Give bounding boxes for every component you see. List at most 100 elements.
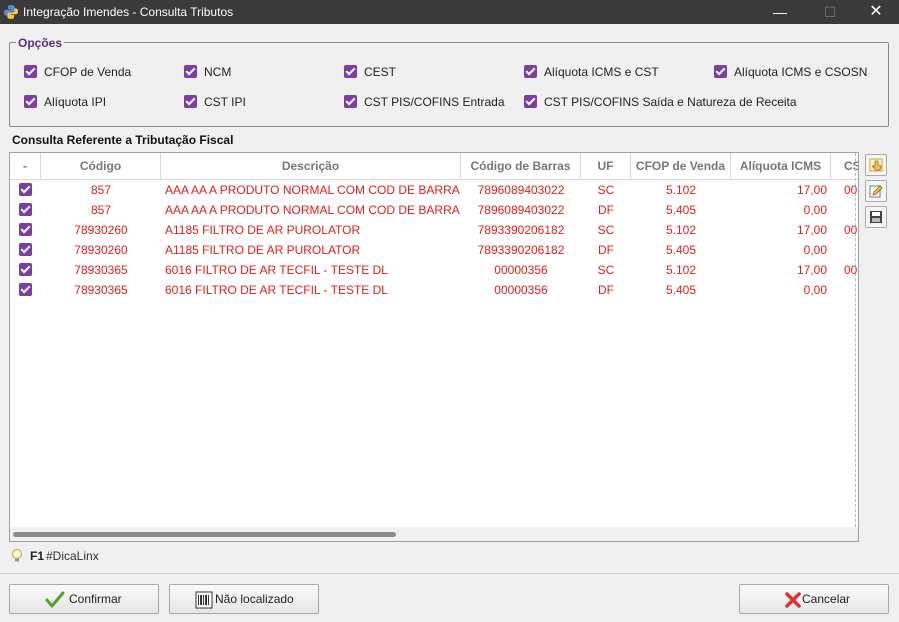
row-select-cell[interactable] bbox=[10, 240, 41, 260]
cell-aliquota: 0,00 bbox=[803, 243, 827, 257]
cell-uf: SC bbox=[597, 263, 615, 277]
cell-aliquota: 17,00 bbox=[796, 263, 827, 277]
cell-descricao: AAA AA A PRODUTO NORMAL COM COD DE BARRA… bbox=[165, 203, 461, 217]
checkbox-checked-icon[interactable] bbox=[19, 243, 32, 256]
not-found-button[interactable]: Não localizado bbox=[169, 584, 319, 614]
cell-barras: 7896089403022 bbox=[477, 183, 565, 197]
confirm-button[interactable]: Confirmar bbox=[9, 584, 159, 614]
cell-cfop: 5.405 bbox=[665, 203, 697, 217]
option-label: CST PIS/COFINS Entrada bbox=[364, 95, 505, 109]
not-found-label: Não localizado bbox=[215, 592, 294, 606]
cell-codigo: 78930365 bbox=[74, 263, 128, 277]
cancel-button[interactable]: Cancelar bbox=[739, 584, 889, 614]
checkbox-checked-icon[interactable] bbox=[344, 95, 357, 108]
checkbox-checked-icon[interactable] bbox=[714, 65, 727, 78]
cell-uf: DF bbox=[598, 283, 614, 297]
cell-cs bbox=[831, 200, 858, 220]
minimize-button[interactable]: — bbox=[757, 0, 803, 24]
checkbox-checked-icon[interactable] bbox=[184, 65, 197, 78]
row-select-cell[interactable] bbox=[10, 200, 41, 220]
options-group: Opções CFOP de Venda NCM CEST Alíquota I… bbox=[9, 36, 889, 127]
cell-codigo: 78930365 bbox=[74, 283, 128, 297]
row-select-cell[interactable] bbox=[10, 180, 41, 200]
checkbox-checked-icon[interactable] bbox=[524, 65, 537, 78]
cell-cs: 00 bbox=[844, 223, 858, 237]
cell-barras: 7896089403022 bbox=[477, 203, 565, 217]
cell-cfop: 5.405 bbox=[665, 283, 697, 297]
maximize-button[interactable]: ☐ bbox=[807, 0, 853, 24]
grid-edge-divider bbox=[855, 153, 856, 527]
confirm-label: Confirmar bbox=[69, 592, 122, 606]
tax-results-grid[interactable]: - Código Descrição Código de Barras UF C… bbox=[9, 152, 859, 542]
row-select-cell[interactable] bbox=[10, 220, 41, 240]
cell-cfop: 5.102 bbox=[665, 183, 697, 197]
checkbox-checked-icon[interactable] bbox=[344, 65, 357, 78]
table-row[interactable]: 857 AAA AA A PRODUTO NORMAL COM COD DE BA… bbox=[10, 200, 858, 220]
table-row[interactable]: 857 AAA AA A PRODUTO NORMAL COM COD DE BA… bbox=[10, 180, 858, 200]
save-tool-button[interactable] bbox=[865, 206, 887, 228]
column-header-codigo-barras[interactable]: Código de Barras bbox=[461, 153, 581, 179]
cell-descricao: A1185 FILTRO DE AR PUROLATOR bbox=[165, 243, 361, 257]
option-label: CEST bbox=[364, 65, 397, 79]
cell-codigo: 857 bbox=[90, 203, 112, 217]
checkbox-checked-icon[interactable] bbox=[184, 95, 197, 108]
checkbox-checked-icon[interactable] bbox=[24, 95, 37, 108]
cell-cs: 00 bbox=[844, 183, 858, 197]
cell-aliquota: 0,00 bbox=[803, 203, 827, 217]
edit-icon bbox=[869, 185, 883, 198]
lightbulb-icon bbox=[12, 549, 22, 562]
column-header-select[interactable]: - bbox=[10, 153, 41, 179]
table-row[interactable]: 78930365 6016 FILTRO DE AR TECFIL - TESTE… bbox=[10, 260, 858, 280]
cell-codigo: 857 bbox=[90, 183, 112, 197]
cell-descricao: A1185 FILTRO DE AR PUROLATOR bbox=[165, 223, 361, 237]
save-icon bbox=[870, 211, 882, 223]
table-row[interactable]: 78930260 A1185 FILTRO DE AR PUROLATOR 7893… bbox=[10, 240, 858, 260]
option-label: Alíquota ICMS e CSOSN bbox=[734, 65, 868, 79]
table-row[interactable]: 78930260 A1185 FILTRO DE AR PUROLATOR 7893… bbox=[10, 220, 858, 240]
cell-uf: DF bbox=[598, 203, 614, 217]
column-header-uf[interactable]: UF bbox=[581, 153, 631, 179]
scrollbar-thumb[interactable] bbox=[13, 532, 396, 537]
cell-codigo: 78930260 bbox=[74, 223, 128, 237]
edit-tool-button[interactable] bbox=[865, 180, 887, 202]
column-header-codigo[interactable]: Código bbox=[41, 153, 161, 179]
cell-barras: 7893390206182 bbox=[477, 243, 565, 257]
checkbox-checked-icon[interactable] bbox=[19, 223, 32, 236]
cancel-label: Cancelar bbox=[802, 592, 851, 606]
option-label: CFOP de Venda bbox=[44, 65, 132, 79]
option-label: CST IPI bbox=[204, 95, 246, 109]
cell-barras: 7893390206182 bbox=[477, 223, 565, 237]
checkbox-checked-icon[interactable] bbox=[19, 263, 32, 276]
option-label: Alíquota ICMS e CST bbox=[544, 65, 659, 79]
cell-barras: 00000356 bbox=[494, 263, 548, 277]
cell-cs: 00 bbox=[844, 263, 858, 277]
hint-key: F1 bbox=[30, 549, 45, 563]
cell-uf: SC bbox=[597, 183, 615, 197]
column-header-cs[interactable]: CS bbox=[831, 153, 858, 179]
cell-uf: DF bbox=[598, 243, 614, 257]
checkbox-checked-icon[interactable] bbox=[19, 183, 32, 196]
row-select-cell[interactable] bbox=[10, 280, 41, 300]
cell-uf: SC bbox=[597, 223, 615, 237]
grid-section-title: Consulta Referente a Tributação Fiscal bbox=[12, 133, 234, 147]
check-icon bbox=[45, 591, 65, 608]
checkbox-checked-icon[interactable] bbox=[19, 203, 32, 216]
cell-codigo: 78930260 bbox=[74, 243, 128, 257]
checkbox-checked-icon[interactable] bbox=[19, 283, 32, 296]
table-row[interactable]: 78930365 6016 FILTRO DE AR TECFIL - TESTE… bbox=[10, 280, 858, 300]
checkbox-checked-icon[interactable] bbox=[24, 65, 37, 78]
column-header-aliquota-icms[interactable]: Alíquota ICMS bbox=[731, 153, 831, 179]
row-select-cell[interactable] bbox=[10, 260, 41, 280]
title-bar: Integração Imendes - Consulta Tributos —… bbox=[0, 0, 899, 24]
cell-cs bbox=[831, 280, 858, 300]
horizontal-scrollbar[interactable] bbox=[10, 527, 858, 541]
barcode-search-icon bbox=[195, 591, 213, 609]
close-button[interactable]: ✕ bbox=[853, 0, 899, 24]
checkbox-checked-icon[interactable] bbox=[524, 95, 537, 108]
python-app-icon bbox=[4, 5, 18, 19]
cell-cs bbox=[831, 240, 858, 260]
column-header-cfop[interactable]: CFOP de Venda bbox=[631, 153, 731, 179]
column-header-descricao[interactable]: Descrição bbox=[161, 153, 461, 179]
select-tool-button[interactable] bbox=[865, 154, 887, 176]
cell-barras: 00000356 bbox=[494, 283, 548, 297]
